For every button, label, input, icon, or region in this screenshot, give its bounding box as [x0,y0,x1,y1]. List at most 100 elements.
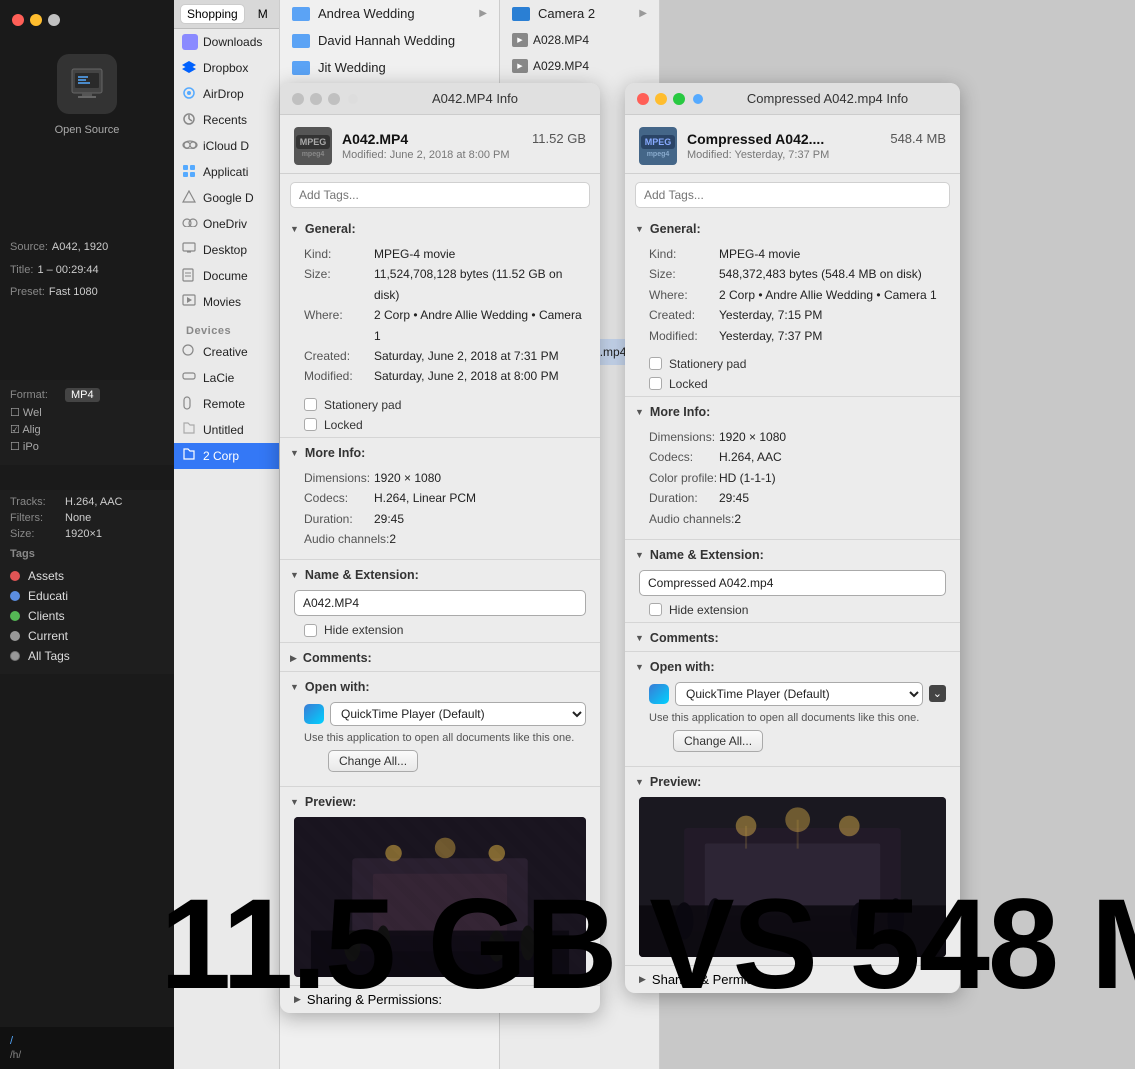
comments-header-right[interactable]: ▼ Comments: [625,625,960,649]
divider-5-left [280,786,600,787]
comments-header-left[interactable]: ▶ Comments: [280,645,600,669]
open-with-header-right[interactable]: ▼ Open with: [625,654,960,678]
tags-input-left[interactable] [290,182,590,208]
sidebar-item-documents[interactable]: Docume [174,263,279,289]
change-all-btn-left[interactable]: Change All... [328,750,418,772]
sharing-section-right[interactable]: ▶ Sharing & Permissions: [625,965,960,993]
open-with-select-right[interactable]: QuickTime Player (Default) [675,682,923,706]
name-header-right[interactable]: ▼ Name & Extension: [625,542,960,566]
sidebar-item-recents[interactable]: Recents [174,107,279,133]
tag-education[interactable]: Educati [10,586,164,606]
traffic-lights-right [637,93,685,105]
sidebar-item-icloud[interactable]: iCloud D [174,133,279,159]
file-a028[interactable]: ▶ A028.MP4 [500,27,659,53]
tag-clients[interactable]: Clients [10,606,164,626]
encode-link[interactable]: / [10,1035,164,1047]
more-info-header-left[interactable]: ▼ More Info: [280,440,600,464]
sidebar-item-2corp[interactable]: 2 Corp [174,443,279,469]
panel-titlebar-left: A042.MP4 Info [280,83,600,115]
googledrive-icon [182,190,198,206]
tracks-label: Tracks: [10,496,65,508]
filters-value: None [65,512,91,524]
tl-red-right[interactable] [637,93,649,105]
sidebar-item-untitled[interactable]: Untitled [174,417,279,443]
file-camera2[interactable]: Camera 2 ▶ [500,0,659,27]
open-with-stepper-right[interactable]: ⌄ [929,685,946,702]
quicktime-icon-small [348,94,358,104]
close-button[interactable] [12,14,24,26]
hide-ext-checkbox-right[interactable] [649,603,662,616]
sidebar-item-airdrop[interactable]: AirDrop [174,81,279,107]
sidebar-item-onedrive[interactable]: OneDriv [174,211,279,237]
sidebar-item-dropbox[interactable]: Dropbox [174,55,279,81]
tab-m[interactable]: M [251,4,275,24]
sidebar-item-googledrive[interactable]: Google D [174,185,279,211]
tag-all[interactable]: All Tags [10,646,164,666]
file-thumb-right: MPEG mpeg4 [639,127,677,165]
tl-green-right[interactable] [673,93,685,105]
open-with-header-left[interactable]: ▼ Open with: [280,674,600,698]
file-camera2-label: Camera 2 [538,6,595,21]
stationery-checkbox-left[interactable] [304,398,317,411]
preview-header-right[interactable]: ▼ Preview: [625,769,960,793]
panel-title-left: A042.MP4 Info [362,91,588,106]
sidebar-item-movies[interactable]: Movies [174,289,279,315]
airdrop-icon [182,86,198,102]
maximize-button[interactable] [48,14,60,26]
change-all-btn-right[interactable]: Change All... [673,730,763,752]
remote-icon [182,396,198,412]
file-a029[interactable]: ▶ A029.MP4 [500,53,659,79]
sidebar-item-remote[interactable]: Remote [174,391,279,417]
app-panel: Open Source Source: A042, 1920 Title: 1 … [0,0,174,1069]
more-info-header-right[interactable]: ▼ More Info: [625,399,960,423]
name-input-right[interactable] [639,570,946,596]
preview-triangle-left: ▼ [290,797,299,807]
folder-icon-andrea [292,7,310,21]
name-input-left[interactable] [294,590,586,616]
hide-ext-label-left: Hide extension [324,623,403,637]
preset-value: Fast 1080 [49,283,98,302]
tab-shopping[interactable]: Shopping [180,4,245,24]
folder-david-wedding[interactable]: David Hannah Wedding [280,27,499,54]
sharing-section-left[interactable]: ▶ Sharing & Permissions: [280,985,600,1013]
tl-gray-2[interactable] [310,93,322,105]
sidebar-item-applications[interactable]: Applicati [174,159,279,185]
general-section-header-left[interactable]: ▼ General: [280,216,600,240]
folder-andrea-wedding[interactable]: Andrea Wedding ▶ [280,0,499,27]
web-checkbox: ☐ Wel [10,406,42,419]
name-header-left[interactable]: ▼ Name & Extension: [280,562,600,586]
minimize-button[interactable] [30,14,42,26]
tl-gray-1[interactable] [292,93,304,105]
tl-yellow-right[interactable] [655,93,667,105]
sidebar-item-desktop[interactable]: Desktop [174,237,279,263]
more-info-title-left: More Info: [305,446,365,460]
folder-icon-david [292,34,310,48]
kind-label-right: Kind: [649,244,719,264]
panel-body-right: MPEG mpeg4 Compressed A042.... 548.4 MB … [625,115,960,993]
codecs-value-left: H.264, Linear PCM [374,488,586,508]
sidebar-item-creative[interactable]: Creative [174,339,279,365]
locked-checkbox-left[interactable] [304,418,317,431]
preview-header-left[interactable]: ▼ Preview: [280,789,600,813]
file-title-left: A042.MP4 [342,131,408,147]
tag-current[interactable]: Current [10,626,164,646]
stationery-checkbox-right[interactable] [649,357,662,370]
general-header-right[interactable]: ▼ General: [625,216,960,240]
locked-label-left: Locked [324,418,363,432]
sidebar-item-downloads[interactable]: Downloads [174,29,279,55]
where-label-left: Where: [304,305,374,346]
hide-ext-label-right: Hide extension [669,603,748,617]
tracks-value: H.264, AAC [65,496,122,508]
lacie-icon [182,370,198,386]
hide-ext-checkbox-left[interactable] [304,624,317,637]
open-with-select-left[interactable]: QuickTime Player (Default) [330,702,586,726]
locked-checkbox-right[interactable] [649,377,662,390]
folder-jit-wedding[interactable]: Jit Wedding [280,54,499,81]
comments-triangle-left: ▶ [290,653,297,664]
tag-assets[interactable]: Assets [10,566,164,586]
locked-label-right: Locked [669,377,708,391]
tl-gray-3[interactable] [328,93,340,105]
tags-input-right[interactable] [635,182,950,208]
divider-3-right [625,622,960,623]
sidebar-item-lacie[interactable]: LaCie [174,365,279,391]
